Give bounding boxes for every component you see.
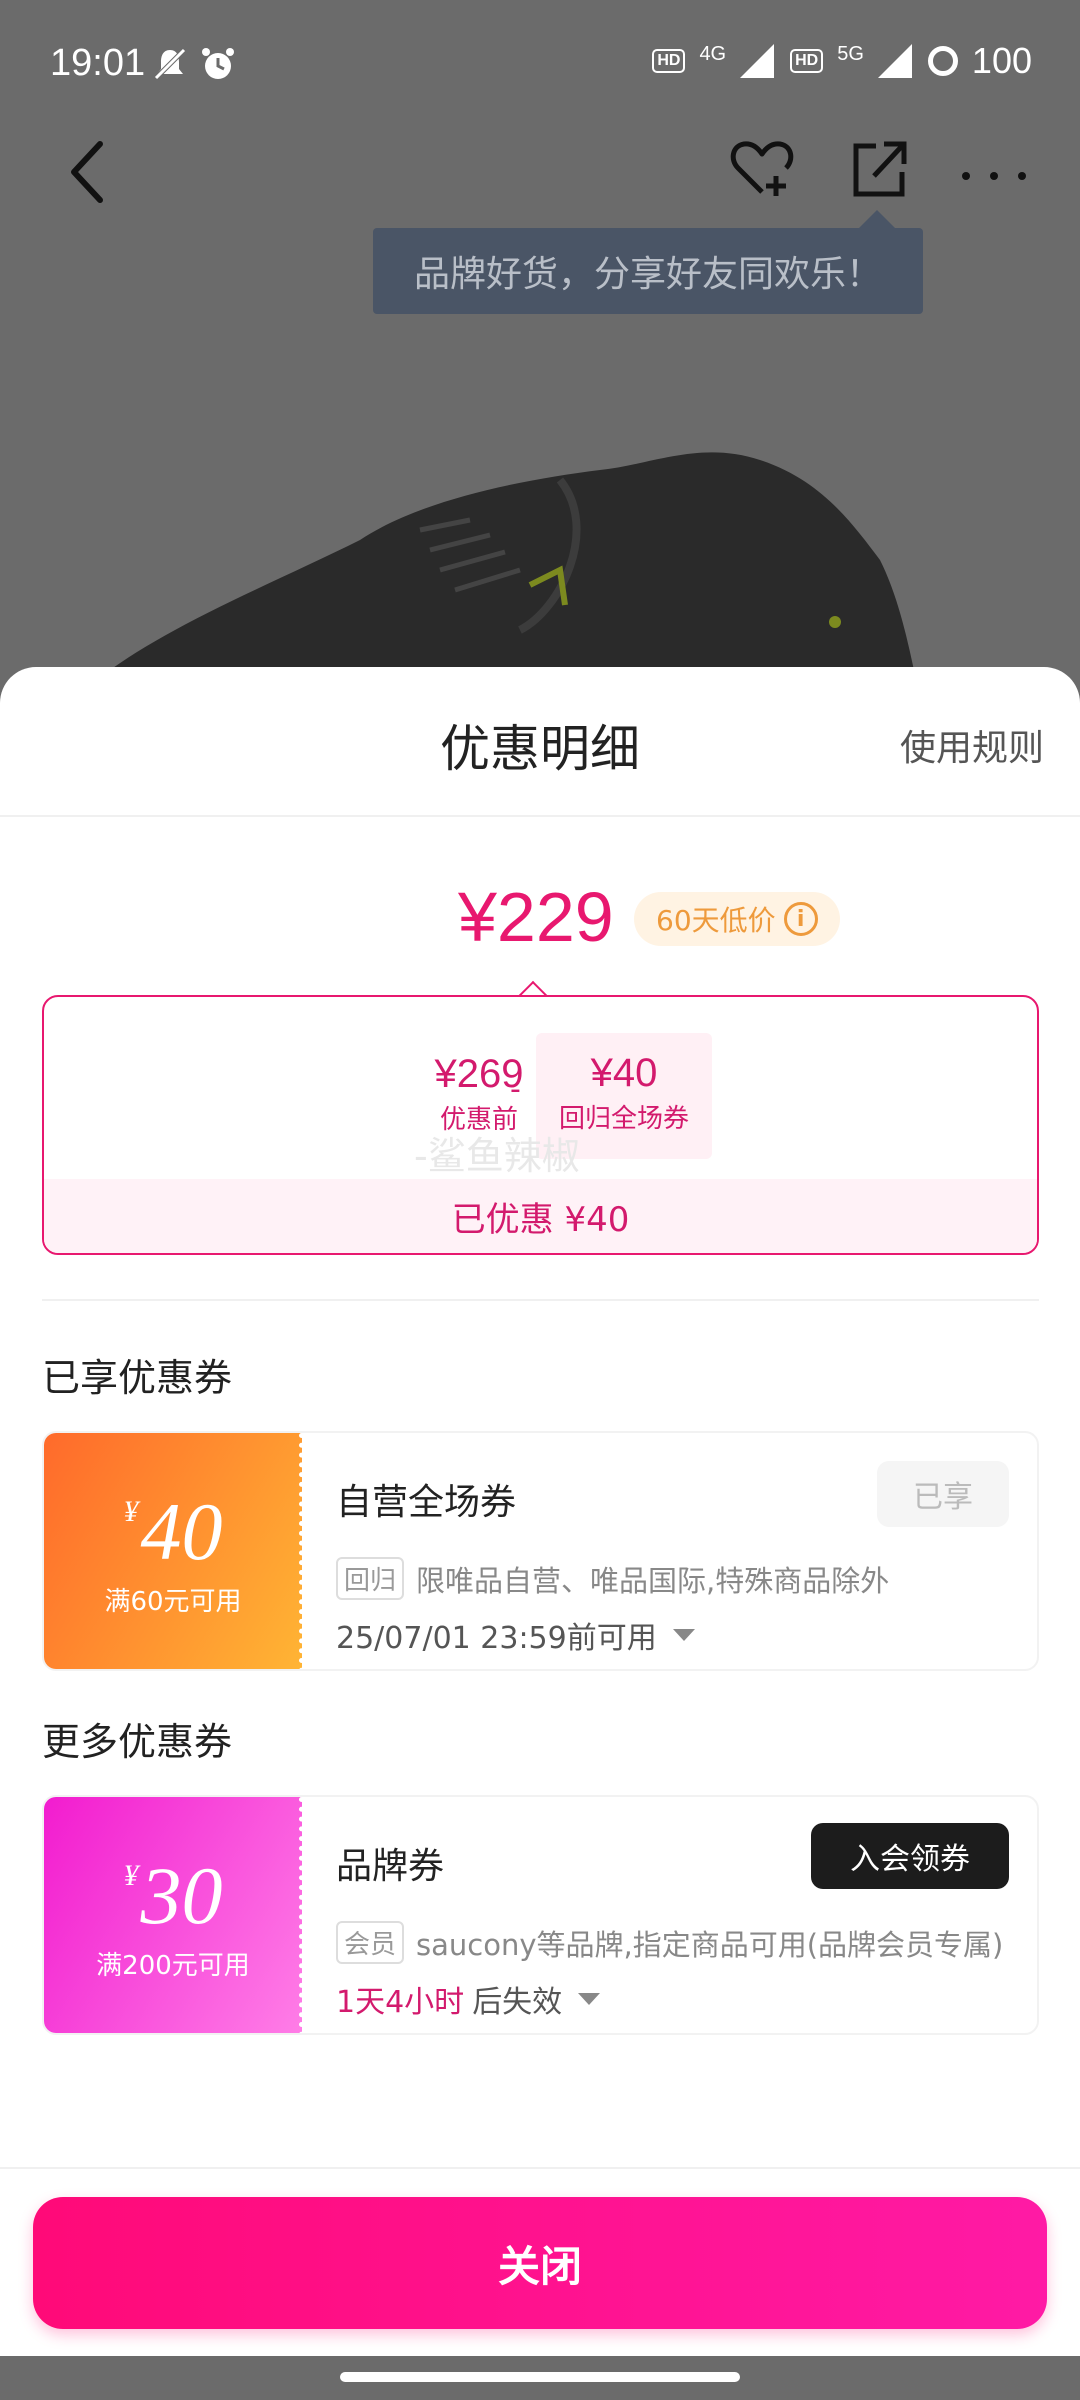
hd-badge-2: HD xyxy=(790,49,824,73)
shoe-image xyxy=(110,452,920,700)
expand-caret-icon[interactable] xyxy=(578,1993,601,2005)
discount-details-sheet: 优惠明细 使用规则 ¥229 60天低价 i ¥269 优惠前 - ¥40 回归… xyxy=(0,667,1080,2400)
share-icon[interactable] xyxy=(848,132,910,204)
signal-icon xyxy=(740,44,775,78)
usage-rules-link[interactable]: 使用规则 xyxy=(900,719,1044,771)
share-tooltip: 品牌好货，分享好友同欢乐！ xyxy=(373,210,923,314)
home-indicator[interactable] xyxy=(340,2372,740,2382)
coupon-name: 自营全场券 xyxy=(336,1482,517,1523)
enjoyed-coupons-title: 已享优惠券 xyxy=(42,1356,233,1400)
coupon-description: 会员 saucony等品牌,指定商品可用(品牌会员专属) xyxy=(336,1921,1003,1964)
coupon-value-panel: ¥40 满60元可用 xyxy=(44,1433,304,1669)
favorite-add-icon[interactable] xyxy=(726,132,798,204)
more-coupons-title: 更多优惠券 xyxy=(42,1720,233,1764)
product-nav-bar xyxy=(0,120,1080,230)
product-image xyxy=(0,330,1080,700)
network-type-1: 4G xyxy=(699,42,727,65)
back-arrow-icon[interactable] xyxy=(60,132,120,212)
status-time: 19:01 xyxy=(50,42,146,84)
coupon-currency: ¥ xyxy=(123,1859,139,1892)
coupon-description-text: 限唯品自营、唯品国际,特殊商品除外 xyxy=(416,1563,890,1598)
coupon-condition: 满200元可用 xyxy=(96,1951,250,1981)
coupon-amount: ¥30 xyxy=(44,1855,302,1937)
coupon-amount-value: 30 xyxy=(140,1850,223,1941)
share-tooltip-text: 品牌好货，分享好友同欢乐！ xyxy=(413,254,882,295)
coupon-value-panel: ¥30 满200元可用 xyxy=(44,1797,304,2033)
coupon-name: 品牌券 xyxy=(336,1846,445,1887)
final-price: ¥229 xyxy=(458,878,614,956)
expand-caret-icon[interactable] xyxy=(672,1629,695,1641)
coupon-expiry-countdown: 1天4小时 xyxy=(336,1985,465,2020)
saved-amount-row: 已优惠 ¥40 xyxy=(44,1179,1037,1253)
low-price-badge-text: 60天低价 xyxy=(656,904,776,937)
coupon-validity[interactable]: 25/07/01 23:59前可用 xyxy=(336,1613,695,1657)
coupon-amount-value: 40 xyxy=(140,1486,223,1577)
battery-icon xyxy=(927,46,958,76)
coupon-description: 回归 限唯品自营、唯品国际,特殊商品除外 xyxy=(336,1557,889,1600)
more-coupon-card[interactable]: ¥30 满200元可用 品牌券 入会领券 会员 saucony等品牌,指定商品可… xyxy=(42,1795,1039,2035)
more-options-icon[interactable] xyxy=(956,132,1032,204)
status-right-icons: HD 4G HD 5G 100 xyxy=(652,40,1032,82)
join-membership-coupon-button[interactable]: 入会领券 xyxy=(811,1823,1009,1889)
gesture-bar xyxy=(0,2356,1080,2400)
coupon-expiry[interactable]: 1天4小时 后失效 xyxy=(336,1977,601,2021)
sheet-header: 优惠明细 使用规则 xyxy=(0,667,1080,817)
coupon-expiry-suffix: 后失效 xyxy=(472,1985,563,2020)
alarm-icon xyxy=(202,48,234,79)
price-breakdown-box: ¥269 优惠前 - ¥40 回归全场券 -鲨鱼辣椒 已优惠 ¥40 xyxy=(42,995,1039,1255)
low-price-badge[interactable]: 60天低价 i xyxy=(634,892,840,946)
mute-icon xyxy=(154,48,186,80)
coupon-tag: 会员 xyxy=(336,1921,405,1964)
hd-badge: HD xyxy=(652,49,686,73)
info-icon: i xyxy=(783,902,818,936)
signal-icon-2 xyxy=(877,44,912,78)
network-type-2: 5G xyxy=(837,42,864,65)
coupon-validity-text: 25/07/01 23:59前可用 xyxy=(336,1621,657,1656)
coupon-description-text: saucony等品牌,指定商品可用(品牌会员专属) xyxy=(416,1927,1004,1962)
battery-level: 100 xyxy=(971,40,1032,81)
close-button[interactable]: 关闭 xyxy=(33,2197,1047,2329)
status-left-icons xyxy=(150,44,238,84)
status-bar: 19:01 HD 4G HD 5G 100 xyxy=(0,0,1080,120)
coupon-amount: ¥40 xyxy=(44,1491,302,1573)
coupon-deduction-price: ¥40 xyxy=(590,1051,658,1095)
coupon-tag: 回归 xyxy=(336,1557,405,1600)
coupon-currency: ¥ xyxy=(123,1495,139,1528)
footer-divider xyxy=(0,2167,1080,2169)
enjoyed-coupon-card[interactable]: ¥40 满60元可用 自营全场券 已享 回归 限唯品自营、唯品国际,特殊商品除外… xyxy=(42,1431,1039,1671)
enjoyed-status-button: 已享 xyxy=(877,1461,1009,1527)
coupon-condition: 满60元可用 xyxy=(104,1587,242,1617)
section-divider xyxy=(42,1299,1039,1301)
watermark: -鲨鱼辣椒 xyxy=(414,1134,580,1178)
minus-sign: - xyxy=(510,1072,521,1107)
